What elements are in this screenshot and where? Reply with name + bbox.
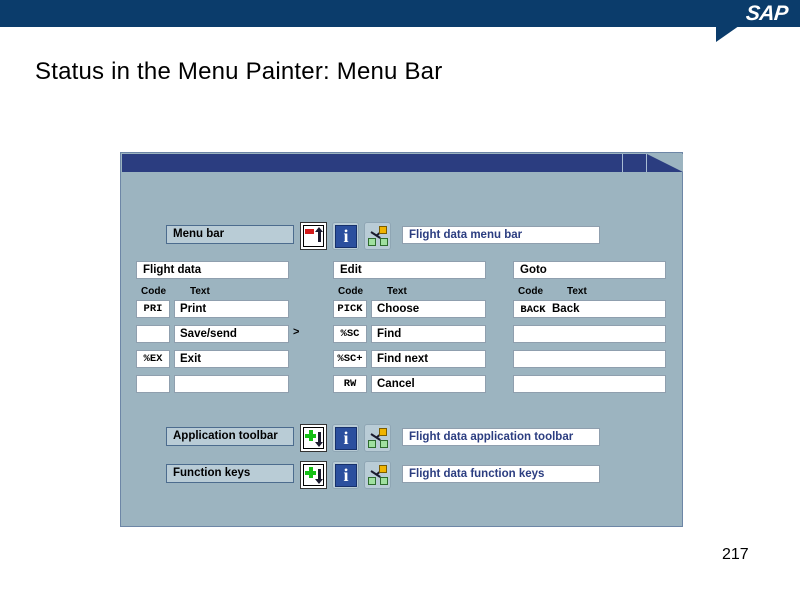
page-green-plus-down-arrow-icon[interactable] — [300, 424, 327, 452]
info-glyph: i — [335, 225, 357, 248]
network-node-orange — [379, 428, 387, 436]
green-plus-vertical — [309, 430, 313, 441]
application-toolbar-description-field[interactable]: Flight data application toolbar — [402, 428, 600, 446]
menu-text-cell[interactable] — [174, 375, 289, 393]
sap-banner: SAP — [0, 0, 800, 42]
page-shape — [303, 225, 324, 247]
hierarchy-network-icon[interactable] — [364, 461, 391, 489]
menu-painter-window: Menu bar i Flight data menu bar Flight d… — [120, 152, 683, 527]
menu-title-goto[interactable]: Goto — [513, 261, 666, 279]
menu-row-goto-1[interactable] — [513, 325, 666, 343]
green-plus-vertical — [309, 467, 313, 478]
menu-title-edit[interactable]: Edit — [333, 261, 486, 279]
menu-text-cell[interactable]: Choose — [371, 300, 486, 318]
network-node-orange — [379, 465, 387, 473]
arrow-down-head-shape — [315, 479, 323, 484]
menu-code-cell[interactable]: RW — [333, 375, 367, 393]
column-header-code-1: Code — [141, 286, 166, 297]
window-titlebar — [121, 153, 684, 172]
network-node-orange — [379, 226, 387, 234]
red-bar-shape — [305, 229, 314, 234]
info-icon[interactable]: i — [332, 461, 359, 489]
menu-text-cell[interactable]: Exit — [174, 350, 289, 368]
menu-text-cell[interactable]: Print — [174, 300, 289, 318]
menu-bar-description-field[interactable]: Flight data menu bar — [402, 226, 600, 244]
menu-bar-label-field[interactable]: Menu bar — [166, 225, 294, 244]
menu-row-goto-2[interactable] — [513, 350, 666, 368]
function-keys-label-field[interactable]: Function keys — [166, 464, 294, 483]
menu-text-cell[interactable]: Find — [371, 325, 486, 343]
network-node-green-1 — [368, 238, 376, 246]
network-node-green-2 — [380, 440, 388, 448]
network-node-green-2 — [380, 238, 388, 246]
column-header-text-1: Text — [190, 286, 210, 297]
network-node-green-1 — [368, 440, 376, 448]
page-green-plus-down-arrow-icon[interactable] — [300, 461, 327, 489]
column-header-text-2: Text — [387, 286, 407, 297]
menu-code-cell[interactable] — [136, 325, 170, 343]
banner-background — [0, 0, 744, 27]
menu-text-cell[interactable]: Find next — [371, 350, 486, 368]
info-icon[interactable]: i — [332, 222, 359, 250]
menu-code-cell[interactable]: %EX — [136, 350, 170, 368]
application-toolbar-label-field[interactable]: Application toolbar — [166, 427, 294, 446]
column-header-code-3: Code — [518, 286, 543, 297]
menu-code-cell[interactable] — [136, 375, 170, 393]
network-glyph — [368, 465, 389, 486]
network-node-green-2 — [380, 477, 388, 485]
page-shape — [303, 427, 324, 449]
network-node-green-1 — [368, 477, 376, 485]
network-glyph — [368, 226, 389, 247]
menu-row-goto-0[interactable]: BACK Back — [513, 300, 666, 318]
submenu-indicator: > — [293, 326, 300, 338]
page-title: Status in the Menu Painter: Menu Bar — [35, 58, 443, 85]
titlebar-corner-notch — [647, 154, 683, 172]
menu-text-cell: Back — [552, 303, 580, 315]
page-number: 217 — [722, 546, 749, 563]
sap-logo: SAP — [745, 2, 790, 25]
info-icon[interactable]: i — [332, 424, 359, 452]
column-header-text-3: Text — [567, 286, 587, 297]
info-glyph: i — [335, 427, 357, 450]
menu-code-cell[interactable]: %SC+ — [333, 350, 367, 368]
menu-title-flight-data[interactable]: Flight data — [136, 261, 289, 279]
page-shape — [303, 464, 324, 486]
menu-text-cell[interactable]: Save/send — [174, 325, 289, 343]
menu-code-cell[interactable]: %SC — [333, 325, 367, 343]
info-glyph: i — [335, 464, 357, 487]
menu-code-cell[interactable]: PRI — [136, 300, 170, 318]
column-header-code-2: Code — [338, 286, 363, 297]
menu-row-goto-3[interactable] — [513, 375, 666, 393]
page-red-bar-up-arrow-icon[interactable] — [300, 222, 327, 250]
menu-text-cell[interactable]: Cancel — [371, 375, 486, 393]
network-glyph — [368, 428, 389, 449]
menu-code-cell: BACK — [520, 304, 546, 316]
arrow-down-head-shape — [315, 442, 323, 447]
menu-code-cell[interactable]: PICK — [333, 300, 367, 318]
function-keys-description-field[interactable]: Flight data function keys — [402, 465, 600, 483]
titlebar-segment-2 — [623, 154, 647, 172]
hierarchy-network-icon[interactable] — [364, 222, 391, 250]
titlebar-segment-main — [122, 154, 623, 172]
arrow-up-head-shape — [315, 227, 323, 232]
hierarchy-network-icon[interactable] — [364, 424, 391, 452]
